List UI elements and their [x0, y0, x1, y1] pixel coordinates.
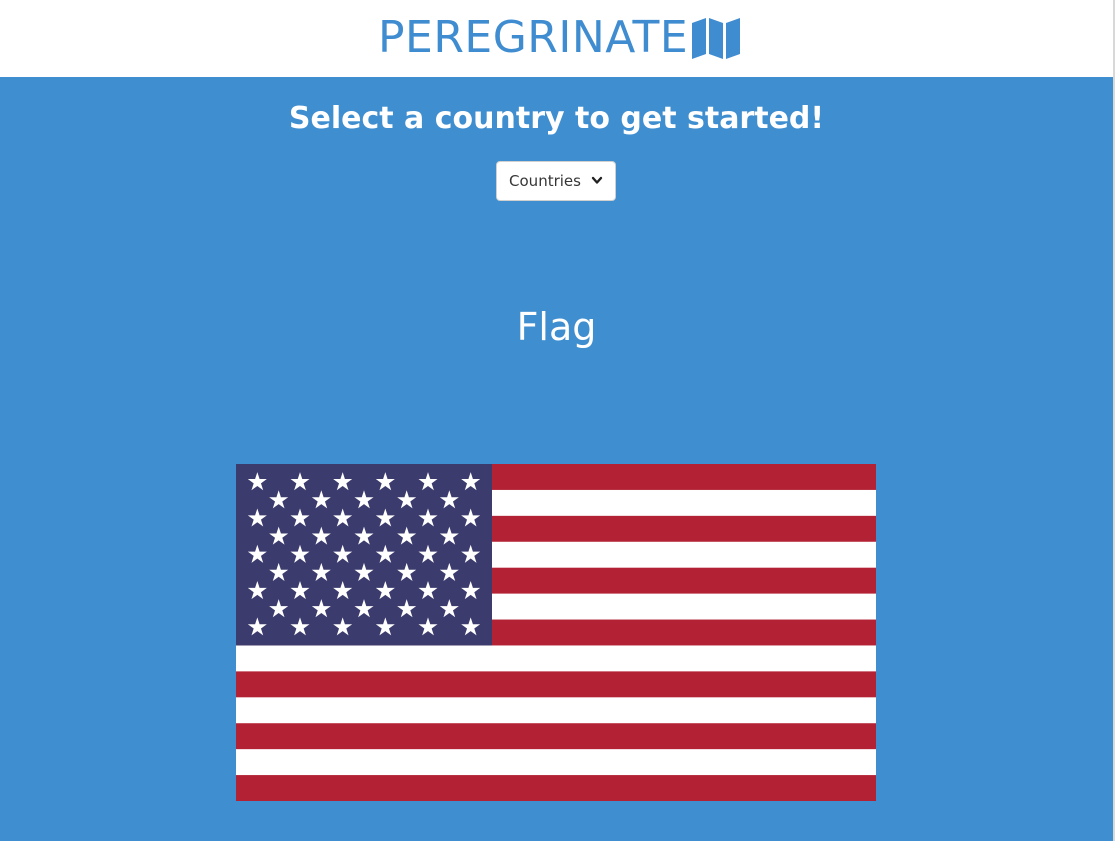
- flag-image: [236, 464, 876, 801]
- top-bar: PEREGRINATE: [0, 0, 1115, 77]
- flag-red-stripe: [236, 671, 876, 698]
- flag-red-stripe: [236, 723, 876, 750]
- main-content: Select a country to get started! Countri…: [0, 77, 1115, 841]
- flag-white-stripe: [236, 645, 876, 672]
- brand-logo[interactable]: PEREGRINATE: [378, 10, 744, 66]
- flag-white-stripe: [236, 697, 876, 724]
- page: PEREGRINATE Select a country to get star…: [0, 0, 1115, 841]
- countries-dropdown[interactable]: Countries: [496, 161, 616, 201]
- chevron-down-icon: [591, 176, 603, 184]
- flag-white-stripe: [236, 749, 876, 776]
- page-headline: Select a country to get started!: [288, 101, 825, 136]
- folded-map-icon: [692, 18, 741, 59]
- flag-section-title: Flag: [516, 305, 597, 349]
- brand-name: PEREGRINATE: [378, 12, 689, 63]
- flag-red-stripe: [236, 775, 876, 801]
- dropdown-label: Countries: [509, 172, 581, 190]
